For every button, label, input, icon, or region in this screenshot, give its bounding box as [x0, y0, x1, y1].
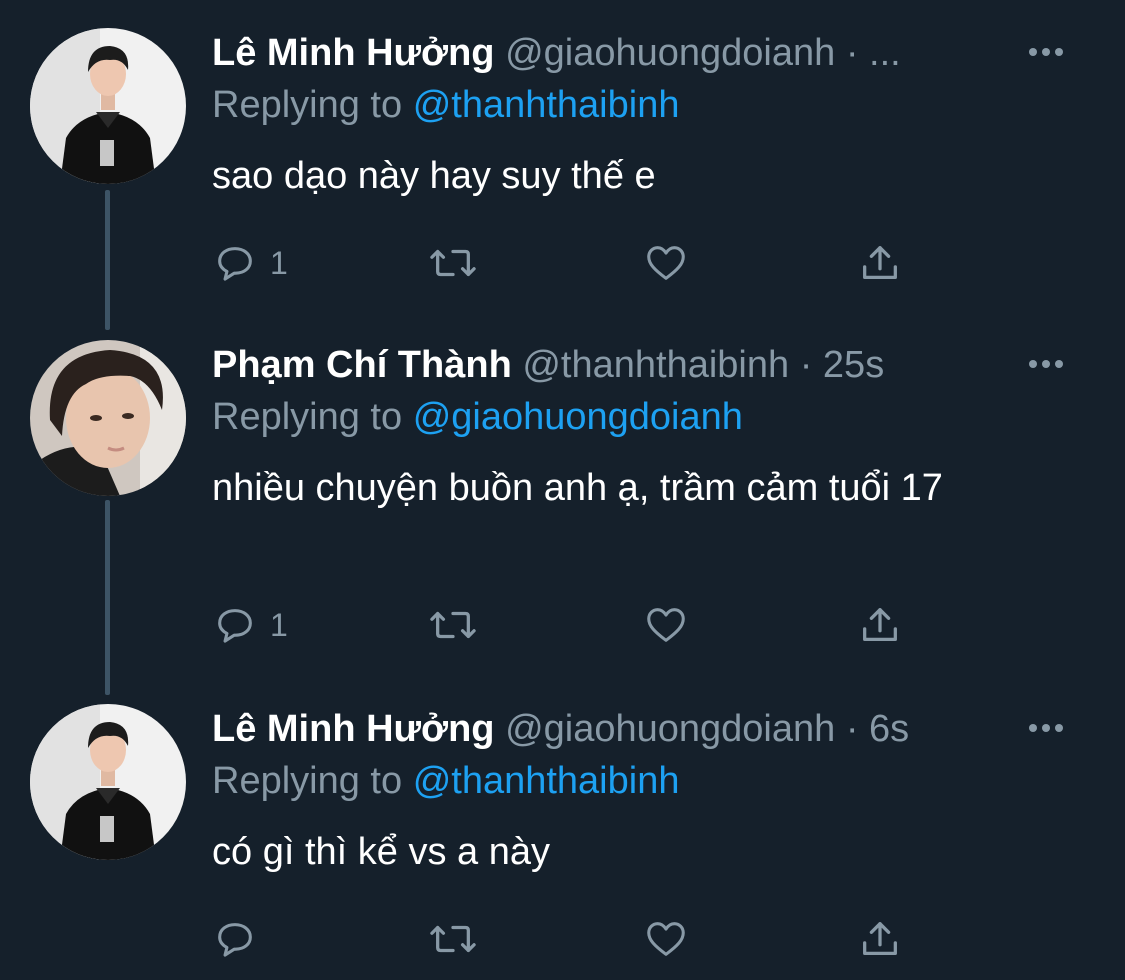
user-handle[interactable]: @giaohuongdoianh	[505, 32, 835, 74]
replying-to-label: Replying to	[212, 84, 403, 126]
avatar[interactable]	[30, 28, 186, 184]
reply-count: 1	[270, 244, 288, 281]
separator-dot: ·	[845, 32, 859, 74]
replying-to-line: Replying to @thanhthaibinh	[212, 80, 679, 130]
thread-connector	[105, 190, 110, 330]
more-icon[interactable]	[1029, 718, 1063, 738]
tweet-text: nhiều chuyện buồn anh ạ, trầm cảm tuổi 1…	[212, 467, 943, 509]
retweet-icon	[430, 249, 476, 277]
avatar[interactable]	[30, 340, 186, 496]
tweet-header: Lê Minh Hưởng @giaohuongdoianh · ...	[212, 28, 901, 78]
tweet-text: sao dạo này hay suy thế e	[212, 155, 656, 197]
reply-count: 1	[270, 606, 288, 643]
share-icon	[863, 608, 897, 642]
share-button[interactable]	[857, 600, 903, 650]
tweet-header: Phạm Chí Thành @thanhthaibinh · 25s	[212, 340, 884, 390]
user-handle[interactable]: @giaohuongdoianh	[505, 708, 835, 750]
reply-button[interactable]: 1	[212, 238, 288, 288]
share-button[interactable]	[857, 238, 903, 288]
tweet-actions	[212, 914, 932, 964]
conversation-thread: Lê Minh Hưởng @giaohuongdoianh · ... Rep…	[0, 0, 1125, 980]
reply-icon	[218, 247, 252, 281]
retweet-icon	[430, 925, 476, 953]
reply-button[interactable]	[212, 914, 270, 964]
share-icon	[863, 922, 897, 956]
separator-dot: ·	[799, 344, 813, 386]
retweet-button[interactable]	[427, 600, 479, 650]
heart-icon	[647, 608, 685, 642]
avatar[interactable]	[30, 704, 186, 860]
more-icon[interactable]	[1029, 42, 1063, 62]
replying-to-line: Replying to @thanhthaibinh	[212, 756, 679, 806]
share-button[interactable]	[857, 914, 903, 964]
mention-link[interactable]: @giaohuongdoianh	[413, 396, 743, 438]
display-name[interactable]: Lê Minh Hưởng	[212, 708, 495, 750]
share-icon	[863, 246, 897, 280]
reply-button[interactable]: 1	[212, 600, 288, 650]
tweet-actions: 1	[212, 600, 932, 650]
thread-connector	[105, 500, 110, 695]
heart-icon	[647, 246, 685, 280]
more-icon[interactable]	[1029, 354, 1063, 374]
like-button[interactable]	[642, 238, 690, 288]
retweet-icon	[430, 611, 476, 639]
separator-dot: ·	[845, 708, 859, 750]
replying-to-label: Replying to	[212, 760, 403, 802]
timestamp[interactable]: 6s	[869, 708, 909, 750]
timestamp[interactable]: 25s	[823, 344, 884, 386]
mention-link[interactable]: @thanhthaibinh	[413, 84, 680, 126]
tweet-text: có gì thì kể vs a này	[212, 831, 550, 873]
reply-icon	[218, 609, 252, 643]
tweet-actions: 1	[212, 238, 932, 288]
display-name[interactable]: Phạm Chí Thành	[212, 344, 512, 386]
user-handle[interactable]: @thanhthaibinh	[522, 344, 789, 386]
replying-to-label: Replying to	[212, 396, 403, 438]
timestamp[interactable]: ...	[869, 32, 901, 74]
like-button[interactable]	[642, 600, 690, 650]
like-button[interactable]	[642, 914, 690, 964]
tweet-header: Lê Minh Hưởng @giaohuongdoianh · 6s	[212, 704, 909, 754]
heart-icon	[647, 922, 685, 956]
reply-icon	[218, 923, 252, 957]
replying-to-line: Replying to @giaohuongdoianh	[212, 392, 743, 442]
retweet-button[interactable]	[427, 238, 479, 288]
mention-link[interactable]: @thanhthaibinh	[413, 760, 680, 802]
retweet-button[interactable]	[427, 914, 479, 964]
display-name[interactable]: Lê Minh Hưởng	[212, 32, 495, 74]
